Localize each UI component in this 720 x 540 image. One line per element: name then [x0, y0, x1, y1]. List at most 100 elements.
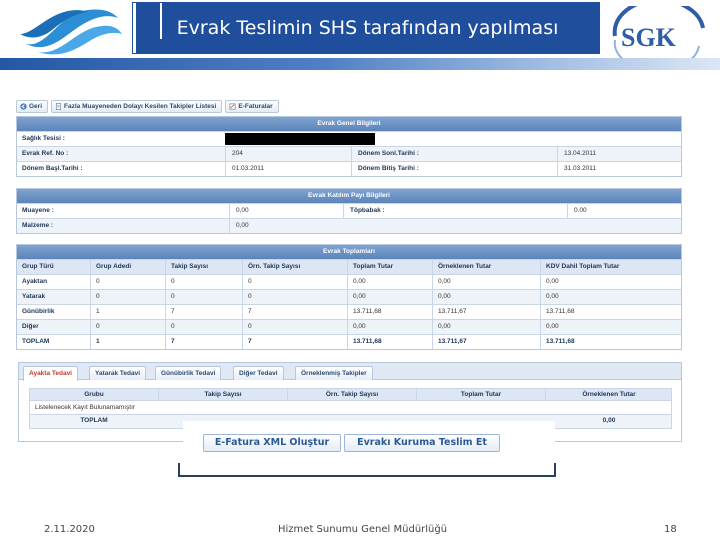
table-cell: 0: [96, 293, 100, 300]
column-header: KDV Dahil Toplam Tutar: [546, 263, 620, 270]
table-cell: 0,00: [546, 293, 559, 300]
table-cell: 0: [248, 278, 252, 285]
table-cell: 0: [171, 278, 175, 285]
e-invoices-label: E-Faturalar: [238, 103, 273, 110]
table-cell: Ayaktan: [22, 278, 48, 285]
e-invoices-button[interactable]: E-Faturalar: [225, 100, 279, 113]
ministry-logo-icon: [20, 9, 122, 55]
column-header: Örneklenen Tutar: [582, 391, 636, 398]
empty-row: Listelenecek Kayıt Bulunamamıştır: [29, 401, 672, 415]
contribution-header: Evrak Katılım Payı Bilgileri: [17, 189, 681, 203]
column-header: Grubu: [84, 391, 104, 398]
exam-label: Muayene :: [22, 207, 54, 214]
exam-value: 0,00: [236, 207, 249, 214]
column-header: Toplam Tutar: [460, 391, 502, 398]
table-cell: 7: [171, 338, 175, 345]
sgk-logo-icon: SGK: [612, 6, 705, 58]
material-label: Malzeme :: [22, 222, 54, 229]
table-cell: Günübirlik: [22, 308, 55, 315]
slide-title: Evrak Teslimin SHS tarafından yapılması: [176, 17, 559, 39]
totals-header: Evrak Toplamları: [17, 245, 681, 259]
table-cell: 13.711,67: [438, 338, 467, 345]
slide-title-box: Evrak Teslimin SHS tarafından yapılması: [132, 2, 600, 54]
column-header: Takip Sayısı: [204, 391, 242, 398]
lump-value: 0.00: [574, 207, 587, 214]
table-cell: 7: [248, 338, 252, 345]
treatment-table-header: Grubu Takip Sayısı Örn. Takip Sayısı Top…: [29, 388, 672, 401]
footer-organization: Hizmet Sunumu Genel Müdürlüğü: [278, 524, 448, 535]
table-cell: 0,00: [546, 323, 559, 330]
column-header: Grup Adedi: [96, 263, 132, 270]
column-header: Takip Sayısı: [171, 263, 209, 270]
column-header: Toplam Tutar: [353, 263, 394, 270]
table-cell: 0,00: [438, 323, 451, 330]
table-cell: 0: [248, 323, 252, 330]
sgk-logo-text: SGK: [621, 23, 677, 52]
table-cell: Diğer: [22, 323, 39, 330]
treatment-total-value: 0,00: [602, 417, 616, 424]
table-row: Yatarak 0 0 0 0,00 0,00 0,00: [17, 289, 681, 304]
deliver-to-institution-button[interactable]: Evrakı Kuruma Teslim Et: [344, 434, 500, 452]
totals-header-row: Grup Türü Grup Adedi Takip Sayısı Örn. T…: [17, 259, 681, 274]
table-cell: 13.711,68: [353, 308, 382, 315]
contribution-section: Evrak Katılım Payı Bilgileri Muayene : 0…: [16, 188, 682, 234]
treatment-total-label: TOPLAM: [80, 417, 108, 424]
general-info-section: Evrak Genel Bilgileri Sağlık Tesisi : Ev…: [16, 116, 682, 177]
ref-row: Evrak Ref. No : 204 Dönem Sonl.Tarihi : …: [17, 146, 681, 161]
create-e-invoice-xml-button[interactable]: E-Fatura XML Oluştur: [203, 434, 341, 452]
exam-row: Muayene : 0,00 Töpbabak : 0.00: [17, 203, 681, 218]
table-cell: 0,00: [353, 293, 366, 300]
tab-outpatient[interactable]: Ayakta Tedavi: [23, 366, 78, 381]
invoice-icon: [229, 103, 236, 110]
ref-value: 204: [232, 150, 243, 157]
back-button[interactable]: Geri: [16, 100, 49, 113]
period-row: Dönem Başl.Tarihi : 01.03.2011 Dönem Bit…: [17, 161, 681, 176]
excess-exam-list-label: Fazla Muayeneden Dolayı Kesilen Takipler…: [64, 103, 217, 110]
lump-label: Töpbabak :: [350, 207, 385, 214]
period-start-label: Dönem Başl.Tarihi :: [22, 165, 83, 172]
table-cell: 0: [171, 323, 175, 330]
table-cell: 1: [96, 338, 100, 345]
period-end-label: Dönem Sonl.Tarihi :: [358, 150, 419, 157]
material-row: Malzeme : 0,00: [17, 218, 681, 233]
table-cell: 0,00: [438, 278, 451, 285]
table-cell: 0,00: [353, 278, 366, 285]
table-cell: 0: [248, 293, 252, 300]
table-row: Diğer 0 0 0 0,00 0,00 0,00: [17, 319, 681, 334]
application-screenshot: Geri Fazla Muayeneden Dolayı Kesilen Tak…: [16, 100, 683, 444]
period-finish-label: Dönem Bitiş Tarihi :: [358, 165, 419, 172]
table-cell: 1: [96, 308, 100, 315]
empty-message: Listelenecek Kayıt Bulunamamıştır: [35, 404, 136, 411]
footer-date: 2.11.2020: [44, 524, 95, 535]
column-header: Örneklenen Tutar: [438, 263, 492, 270]
facility-label: Sağlık Tesisi :: [22, 135, 65, 142]
table-row: Ayaktan 0 0 0 0,00 0,00 0,00: [17, 274, 681, 289]
tab-day-treatment[interactable]: Günübirlik Tedavi: [155, 366, 222, 380]
table-cell: 13.711,67: [438, 308, 467, 315]
table-cell: 0,00: [438, 293, 451, 300]
totals-summary-row: TOPLAM 1 7 7 13.711,68 13.711,67 13.711,…: [17, 334, 681, 349]
table-cell: 0,00: [353, 323, 366, 330]
column-header: Örn. Takip Sayısı: [248, 263, 301, 270]
table-cell: Yatarak: [22, 293, 46, 300]
table-cell: 0: [96, 278, 100, 285]
tab-inpatient[interactable]: Yatarak Tedavi: [89, 366, 147, 380]
period-finish-value: 31.03.2011: [564, 165, 597, 172]
excess-exam-list-button[interactable]: Fazla Muayeneden Dolayı Kesilen Takipler…: [51, 100, 223, 113]
column-header: Örn. Takip Sayısı: [325, 391, 379, 398]
header-stripe: [0, 58, 720, 70]
tab-sampled-follow-ups[interactable]: Örneklenmiş Takipler: [295, 366, 373, 380]
tab-other-treatment[interactable]: Diğer Tedavi: [233, 366, 284, 380]
table-cell: 0: [171, 293, 175, 300]
table-cell: TOPLAM: [22, 338, 50, 345]
back-arrow-icon: [20, 103, 27, 110]
period-end-value: 13.04.2011: [564, 150, 597, 157]
table-cell: 13.711,68: [546, 338, 575, 345]
table-cell: 7: [248, 308, 252, 315]
facility-row: Sağlık Tesisi :: [17, 131, 681, 146]
table-cell: 13.711,68: [546, 308, 575, 315]
tab-bar: Ayakta Tedavi Yatarak Tedavi Günübirlik …: [19, 363, 681, 381]
facility-redacted-value: [225, 133, 375, 145]
toolbar: Geri Fazla Muayeneden Dolayı Kesilen Tak…: [16, 100, 279, 114]
document-icon: [55, 103, 62, 110]
